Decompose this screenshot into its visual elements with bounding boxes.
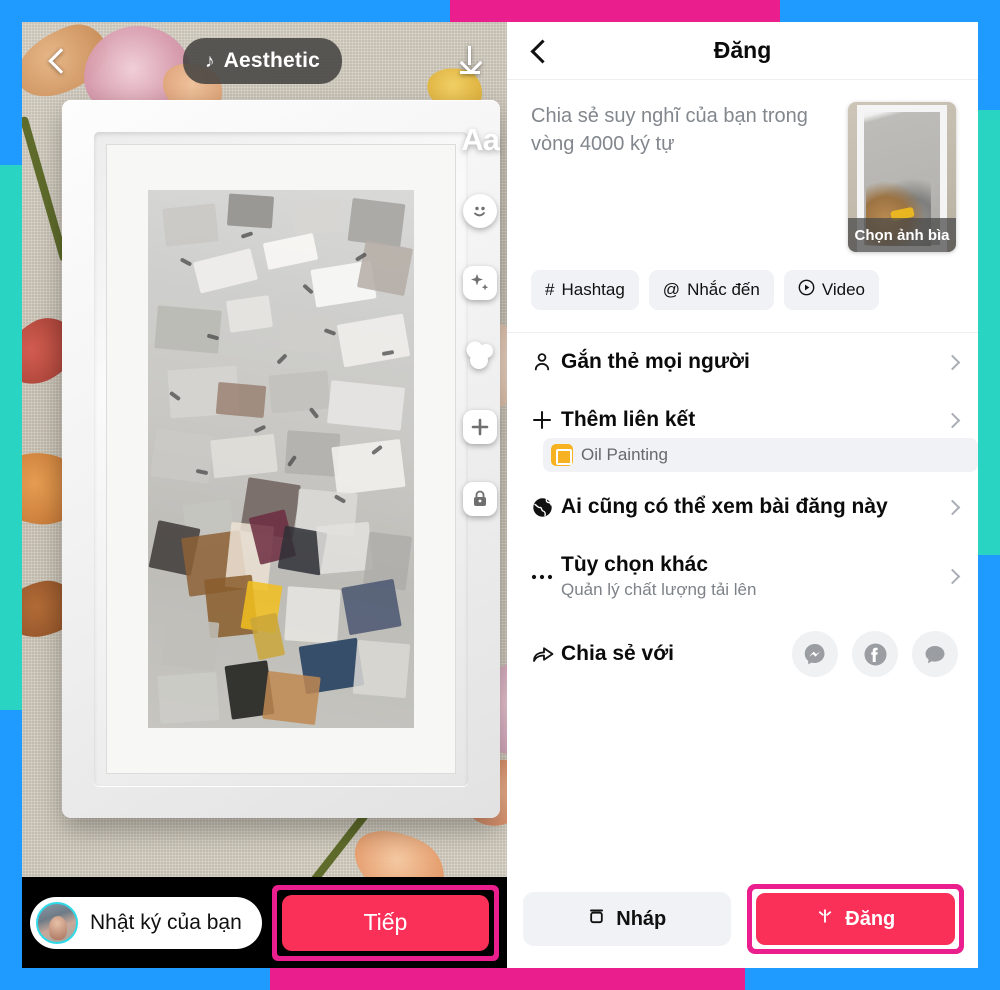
composer-chip-row: # Hashtag @ Nhắc đến Video (507, 252, 978, 332)
next-button-highlight-inner: Tiếp (276, 889, 494, 956)
music-track-label: Aesthetic (223, 49, 321, 72)
at-icon: @ (662, 280, 681, 299)
chevron-left-icon[interactable] (44, 48, 70, 74)
mention-chip[interactable]: @ Nhắc đến (648, 270, 774, 310)
linked-app-tag[interactable]: Oil Painting (543, 438, 978, 472)
diary-label: Nhật ký của bạn (90, 910, 242, 934)
add-link-label: Thêm liên kết (561, 408, 696, 431)
post-text-input[interactable]: Chia sẻ suy nghĩ của bạn trong vòng 4000… (531, 102, 834, 252)
music-track-pill[interactable]: ♪ Aesthetic (182, 38, 343, 84)
mention-chip-label: Nhắc đến (687, 280, 760, 299)
lock-icon[interactable] (463, 482, 497, 516)
composer-spacer (507, 691, 978, 874)
hashtag-chip[interactable]: # Hashtag (531, 270, 639, 310)
post-composer-screen: Đăng Chia sẻ suy nghĩ của bạn trong vòng… (507, 22, 978, 968)
download-icon[interactable] (455, 46, 485, 76)
archive-box-icon (587, 907, 606, 932)
more-options-sublabel: Quản lý chất lượng tải lên (561, 580, 757, 599)
sticker-face-icon[interactable] (463, 194, 497, 228)
audience-label: Ai cũng có thể xem bài đăng này (561, 495, 888, 518)
chevron-right-icon (944, 412, 961, 428)
editor-bottom-bar: Nhật ký của bạn Tiếp (22, 877, 507, 968)
post-button-highlight: Đăng (746, 884, 964, 954)
plus-icon (531, 409, 561, 431)
page-title: Đăng (713, 37, 772, 63)
audience-row[interactable]: Ai cũng có thể xem bài đăng này (507, 478, 978, 536)
add-link-row[interactable]: Thêm liên kết (507, 391, 978, 438)
messenger-icon[interactable] (792, 631, 838, 677)
video-chip-label: Video (821, 280, 866, 299)
next-button-highlight: Tiếp (271, 884, 499, 961)
decor-band-bottom-magenta (270, 966, 745, 990)
decor-band-top-magenta (450, 0, 780, 22)
cover-photo-thumbnail[interactable]: Chọn ảnh bìa (848, 102, 956, 252)
chat-bubble-icon[interactable] (912, 631, 958, 677)
oil-painting-canvas[interactable] (148, 190, 414, 728)
person-icon (531, 351, 561, 373)
share-target-list (792, 631, 958, 677)
facebook-icon[interactable] (852, 631, 898, 677)
color-circles-icon[interactable] (463, 338, 497, 372)
decor-band-right-teal (978, 110, 1000, 555)
oil-painting-app-icon (551, 444, 573, 466)
post-button-highlight-inner: Đăng (751, 889, 959, 949)
tag-people-label: Gắn thẻ mọi người (561, 350, 750, 373)
artwork-frame (62, 100, 500, 818)
sparkle-star-icon (815, 906, 835, 932)
video-chip[interactable]: Video (783, 270, 880, 310)
choose-cover-label: Chọn ảnh bìa (848, 218, 956, 252)
globe-icon (531, 496, 561, 519)
next-button[interactable]: Tiếp (281, 894, 489, 951)
frame-inner-bevel (94, 132, 468, 786)
decor-band-left-teal (0, 165, 22, 710)
chevron-right-icon (944, 499, 961, 515)
more-options-label: Tùy chọn khác (561, 553, 709, 576)
hash-icon: # (545, 280, 555, 299)
photo-editor-screen: ♪ Aesthetic Aa Nhật ký của bạn Tiếp (22, 22, 507, 968)
chevron-right-icon (944, 568, 961, 585)
chevron-right-icon (944, 354, 961, 370)
frame-mat (106, 144, 456, 774)
plus-icon[interactable] (463, 410, 497, 444)
save-draft-label: Nháp (616, 907, 667, 930)
composer-bottom-bar: Nháp Đăng (507, 874, 978, 968)
sparkle-icon[interactable] (463, 266, 497, 300)
linked-app-label: Oil Painting (581, 445, 668, 464)
composer-header: Đăng (507, 22, 978, 80)
composer-body: Chia sẻ suy nghĩ của bạn trong vòng 4000… (507, 80, 978, 252)
editor-top-bar: ♪ Aesthetic (22, 22, 507, 100)
hashtag-chip-label: Hashtag (561, 280, 625, 299)
frame-outer-bevel (62, 100, 500, 818)
chevron-left-icon[interactable] (527, 39, 551, 63)
post-button-label: Đăng (845, 907, 896, 930)
save-draft-button[interactable]: Nháp (523, 892, 731, 946)
share-with-row: Chia sẻ với (507, 617, 978, 691)
avatar (36, 901, 78, 944)
music-note-icon: ♪ (204, 50, 215, 72)
tag-people-row[interactable]: Gắn thẻ mọi người (507, 333, 978, 391)
audience-selector-diary[interactable]: Nhật ký của bạn (30, 896, 262, 949)
more-options-row[interactable]: Tùy chọn khác Quản lý chất lượng tải lên (507, 536, 978, 617)
share-with-label: Chia sẻ với (561, 642, 674, 665)
ellipsis-icon (531, 572, 561, 582)
share-arrow-icon (531, 643, 561, 665)
editor-tool-rail: Aa (461, 122, 500, 516)
aa-text-icon[interactable]: Aa (461, 122, 500, 156)
editor-canvas-area: ♪ Aesthetic Aa (22, 22, 507, 877)
post-button[interactable]: Đăng (755, 893, 955, 945)
play-circle-icon (798, 279, 815, 301)
